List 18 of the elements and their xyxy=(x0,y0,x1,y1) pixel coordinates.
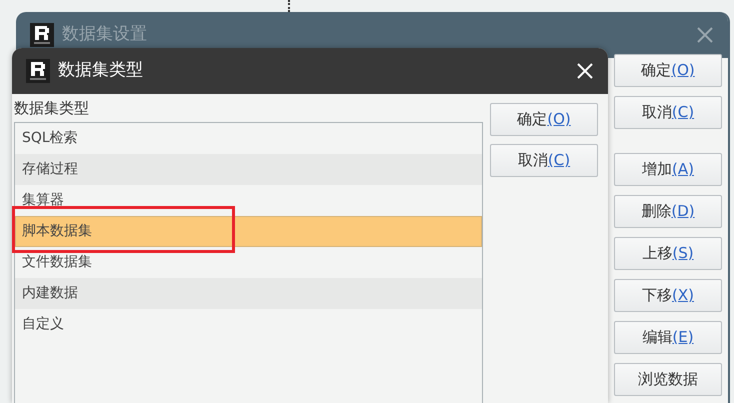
window-title: 数据集设置 xyxy=(62,23,147,46)
app-logo-icon xyxy=(30,23,54,47)
dialog-button[interactable]: 增加(A) xyxy=(614,153,722,186)
dialog-button[interactable]: 取消(C) xyxy=(490,144,598,177)
app-logo-icon xyxy=(26,59,50,83)
window-title: 数据集类型 xyxy=(58,59,143,82)
dialog-button[interactable]: 下移(X) xyxy=(614,279,722,312)
dialog-button[interactable]: 编辑(E) xyxy=(614,321,722,354)
list-item[interactable]: 脚本数据集 xyxy=(15,216,482,247)
list-label: 数据集类型 xyxy=(14,98,90,118)
dialog-button[interactable]: 确定(O) xyxy=(490,103,598,136)
dialog-button[interactable]: 上移(S) xyxy=(614,237,722,270)
list-item[interactable]: 存储过程 xyxy=(15,154,482,185)
dialog-button[interactable]: 确定(O) xyxy=(614,54,722,87)
dialog-button[interactable]: 删除(D) xyxy=(614,195,722,228)
list-item[interactable]: 内建数据 xyxy=(15,278,482,309)
dialog-button[interactable]: 取消(C) xyxy=(614,96,722,129)
dialog-button[interactable]: 浏览数据 xyxy=(614,363,722,396)
